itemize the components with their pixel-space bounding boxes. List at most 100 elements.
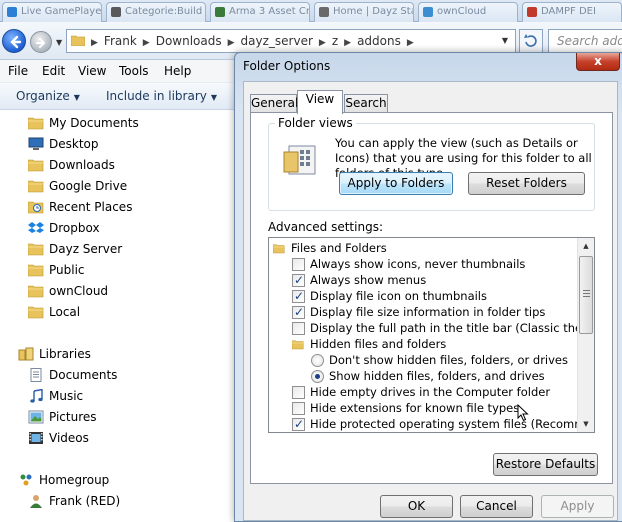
browser-tab-label: Live GamePlayer - G... — [21, 6, 102, 17]
breadcrumb-item[interactable]: z — [328, 30, 342, 52]
history-dropdown-icon[interactable]: ▼ — [56, 38, 62, 47]
chevron-right-icon[interactable]: ▶ — [226, 32, 237, 54]
browser-tab[interactable]: Categorie:Build Islan... — [106, 2, 206, 22]
folder-icon — [27, 158, 44, 172]
organize-label: Organize — [16, 89, 70, 103]
nav-item-label: Music — [49, 389, 84, 403]
setting-label: Show hidden files, folders, and drives — [329, 369, 545, 383]
menu-file[interactable]: File — [8, 64, 28, 78]
nav-item-label: Homegroup — [39, 473, 110, 487]
search-input[interactable]: Search addons — [548, 29, 622, 53]
chevron-right-icon[interactable]: ▶ — [342, 32, 353, 54]
scroll-up-icon[interactable]: ▲ — [578, 238, 594, 254]
favicon-icon — [111, 7, 121, 17]
checkbox[interactable] — [292, 322, 305, 335]
restore-defaults-button[interactable]: Restore Defaults — [493, 453, 598, 476]
breadcrumb-item[interactable]: dayz_server — [237, 30, 317, 52]
tab-search[interactable]: Search — [344, 94, 388, 113]
folder-views-group: Folder views You can apply the view (suc… — [268, 116, 595, 211]
chevron-right-icon[interactable]: ▶ — [89, 32, 100, 54]
menu-tools[interactable]: Tools — [119, 64, 149, 78]
menu-help[interactable]: Help — [164, 64, 191, 78]
menu-edit[interactable]: Edit — [42, 64, 65, 78]
browser-tab[interactable]: ownCloud — [418, 2, 518, 22]
checkbox[interactable] — [292, 304, 305, 320]
browser-tab-label: ownCloud — [437, 6, 487, 17]
cancel-button[interactable]: Cancel — [460, 495, 533, 518]
ok-button[interactable]: OK — [380, 495, 453, 518]
folder-icon — [27, 263, 44, 277]
include-in-library-button[interactable]: Include in library ▼ — [106, 89, 217, 103]
setting-label: Display file icon on thumbnails — [310, 289, 487, 303]
browser-tab-label: Home | Dayz Standalo... — [333, 6, 413, 17]
scroll-down-icon[interactable]: ▼ — [578, 416, 594, 432]
tab-view[interactable]: View — [297, 90, 343, 114]
close-button[interactable]: x — [576, 53, 620, 71]
chevron-right-icon[interactable]: ▶ — [141, 32, 152, 54]
setting-label: Don't show hidden files, folders, or dri… — [329, 353, 569, 367]
setting-label: Display file size information in folder … — [310, 305, 546, 319]
view-tab-panel: Folder views You can apply the view (suc… — [250, 112, 613, 484]
setting-label: Always show icons, never thumbnails — [310, 257, 526, 271]
recent-places-icon — [27, 200, 44, 214]
breadcrumb-item[interactable]: addons — [353, 30, 405, 52]
nav-item-label: Desktop — [49, 137, 99, 151]
nav-item-label: Pictures — [49, 410, 97, 424]
advanced-settings-scrollbar[interactable]: ▲ ▼ — [577, 238, 594, 432]
grip-icon — [583, 290, 590, 297]
radio-button[interactable] — [311, 354, 324, 367]
mouse-cursor-icon — [517, 404, 529, 422]
music-icon — [28, 388, 44, 403]
chevron-right-icon[interactable]: ▶ — [317, 32, 328, 54]
browser-tab[interactable]: Home | Dayz Standalo... — [314, 2, 414, 22]
advanced-settings-label: Advanced settings: — [268, 220, 383, 234]
dialog-body: General View Search Folder views You can… — [243, 81, 618, 521]
menu-view[interactable]: View — [78, 64, 106, 78]
favicon-icon — [215, 7, 225, 17]
favicon-icon — [423, 7, 433, 17]
checkbox[interactable] — [292, 416, 305, 432]
checkbox[interactable] — [292, 258, 305, 271]
favicon-icon — [7, 7, 17, 17]
back-button[interactable] — [2, 29, 26, 53]
dropbox-icon — [28, 221, 44, 235]
chevron-right-icon[interactable]: ▶ — [405, 32, 416, 54]
checkbox[interactable] — [292, 288, 305, 304]
tab-general[interactable]: General — [250, 94, 298, 113]
close-icon: x — [594, 54, 602, 68]
breadcrumb-item[interactable]: Downloads — [152, 30, 226, 52]
forward-button[interactable] — [30, 31, 52, 53]
refresh-button[interactable] — [519, 29, 543, 53]
browser-tab[interactable]: Live GamePlayer - G... — [2, 2, 102, 22]
nav-item-label: Libraries — [39, 347, 91, 361]
radio-button[interactable] — [311, 370, 324, 383]
scrollbar-thumb[interactable] — [579, 256, 593, 334]
checkbox[interactable] — [292, 272, 305, 288]
videos-icon — [28, 431, 44, 445]
refresh-icon — [524, 34, 537, 47]
checkbox[interactable] — [292, 386, 305, 399]
nav-item-label: Videos — [49, 431, 89, 445]
browser-tab-strip: Live GamePlayer - G... Categorie:Build Is… — [0, 0, 622, 22]
advanced-settings-list[interactable]: Hide protected operating system files (R… — [268, 237, 595, 433]
nav-item-label: ownCloud — [49, 284, 109, 298]
browser-tab[interactable]: DAMPF DEI — [522, 2, 622, 22]
setting-label: Display the full path in the title bar (… — [310, 321, 594, 335]
address-bar[interactable]: ▶ Frank ▶ Downloads ▶ dayz_server ▶ z ▶ addons ▶ ▼ — [66, 29, 516, 53]
include-label: Include in library — [106, 89, 207, 103]
nav-item-label: Documents — [49, 368, 118, 382]
nav-item-label: Downloads — [49, 158, 115, 172]
nav-item-label: Recent Places — [49, 200, 133, 214]
homegroup-icon — [18, 473, 34, 487]
reset-folders-button[interactable]: Reset Folders — [468, 172, 585, 195]
pictures-icon — [28, 410, 44, 424]
address-dropdown-icon[interactable]: ▼ — [497, 30, 513, 52]
browser-tab-label: Arma 3 Asset Creati... — [229, 6, 310, 17]
chevron-down-icon: ▼ — [73, 93, 80, 102]
browser-tab[interactable]: Arma 3 Asset Creati... — [210, 2, 310, 22]
apply-button[interactable]: Apply — [541, 495, 614, 518]
apply-to-folders-button[interactable]: Apply to Folders — [339, 172, 453, 195]
breadcrumb-item[interactable]: Frank — [100, 30, 141, 52]
organize-button[interactable]: Organize ▼ — [16, 89, 80, 103]
checkbox[interactable] — [292, 402, 305, 415]
